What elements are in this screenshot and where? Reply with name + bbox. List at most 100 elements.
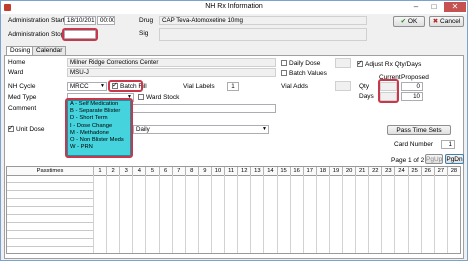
chevron-down-icon: ▼ [100, 83, 105, 89]
grid-column-line [197, 175, 199, 253]
batch-values-label: Batch Values [289, 70, 327, 77]
grid-column-line [394, 175, 396, 253]
current-qty-days-highlight [378, 79, 399, 103]
grid-column-line [276, 175, 278, 253]
frequency-combo[interactable]: Daily ▼ [133, 125, 269, 134]
adjust-rx-checkbox[interactable] [357, 59, 363, 67]
frequency-value: Daily [136, 126, 150, 133]
unit-dose-checkbox[interactable] [8, 124, 14, 132]
admin-stop-label: Administration Stop [8, 31, 65, 38]
pgup-button[interactable]: PgUp [425, 154, 443, 164]
days-label: Days [359, 93, 374, 100]
pgdn-button[interactable]: PgDn [445, 154, 464, 164]
grid-column-line [368, 175, 370, 253]
grid-column-line [250, 175, 252, 253]
day-header-cell: 14 [263, 167, 276, 175]
day-header-cell: 26 [420, 167, 434, 175]
passtime-row[interactable] [7, 215, 93, 223]
day-header-cell: 19 [328, 167, 342, 175]
ward-stock-label: Ward Stock [146, 94, 180, 101]
passtime-row[interactable] [7, 191, 93, 199]
day-header-cell: 7 [171, 167, 185, 175]
passtimes-grid: Passtimes 1 2 3 4 5 6 7 8 9 10 11 12 13 14 15 16 17 18 19 2… [6, 166, 461, 254]
vial-adds-field [335, 81, 351, 91]
ward-field: MSU-J [67, 68, 276, 77]
batch-values-checkbox[interactable] [281, 70, 287, 76]
admin-start-date-field[interactable]: 18/10/2017 [64, 16, 96, 25]
nh-cycle-combo[interactable]: MRCC ▼ [67, 82, 107, 91]
cancel-icon: ✖ [432, 18, 439, 25]
day-header-cell: 21 [355, 167, 368, 175]
day-header-cell: 10 [210, 167, 224, 175]
pass-time-sets-button[interactable]: Pass Time Sets [387, 125, 451, 135]
passtime-row[interactable] [7, 207, 93, 215]
home-label: Home [8, 59, 26, 66]
grid-column-line [224, 175, 226, 253]
tab-dosing[interactable]: Dosing [6, 46, 35, 55]
ward-label: Ward [8, 69, 24, 76]
drug-field: CAP Teva-Atomoxetine 10mg [159, 16, 367, 25]
day-header-cell: 9 [197, 167, 211, 175]
day-header-cell: 22 [368, 167, 381, 175]
sig-field [159, 28, 367, 41]
day-header-cell: 17 [302, 167, 316, 175]
comment-label: Comment [8, 105, 37, 112]
day-header-cell: 23 [381, 167, 394, 175]
maximize-button[interactable]: □ [426, 2, 442, 12]
grid-column-line [342, 175, 344, 253]
close-button[interactable]: ✕ [444, 2, 466, 12]
passtime-row[interactable] [7, 223, 93, 231]
passtime-row[interactable] [7, 231, 93, 239]
day-header-cell: 13 [250, 167, 263, 175]
passtime-row[interactable] [7, 199, 93, 207]
rx-window: NH Rx Information – □ ✕ Administration S… [0, 0, 468, 261]
med-type-label: Med Type [8, 94, 37, 101]
minimize-button[interactable]: – [408, 2, 424, 12]
batch-fill-highlight [108, 80, 143, 92]
card-number-field[interactable]: 1 [441, 140, 455, 149]
day-header-cell: 5 [145, 167, 158, 175]
vial-labels-label: Vial Labels [183, 83, 215, 90]
day-header-cell: 16 [289, 167, 303, 175]
vial-labels-field[interactable]: 1 [227, 82, 239, 91]
grid-column-line [289, 175, 291, 253]
admin-start-label: Administration Start [8, 17, 65, 24]
cancel-button[interactable]: ✖ Cancel [429, 16, 464, 27]
grid-column-line [355, 175, 357, 253]
day-header-cell: 2 [106, 167, 119, 175]
passtime-row[interactable] [7, 239, 93, 247]
title-bar: NH Rx Information – □ ✕ [1, 1, 467, 14]
home-field: Milner Ridge Corrections Center [67, 58, 276, 67]
proposed-label: Proposed [401, 74, 429, 81]
check-icon: ✔ [400, 18, 407, 25]
grid-column-line [171, 175, 173, 253]
day-header-cell: 4 [132, 167, 145, 175]
page-indicator: Page 1 of 2 [391, 157, 425, 164]
grid-column-line [407, 175, 409, 253]
day-header-cell: 12 [237, 167, 250, 175]
ok-button[interactable]: ✔ OK [393, 16, 425, 27]
grid-column-line [158, 175, 160, 253]
daily-dose-checkbox[interactable] [281, 60, 287, 66]
admin-start-time-field[interactable]: 00:00 [97, 16, 115, 25]
grid-column-line [381, 175, 383, 253]
grid-column-line [237, 175, 239, 253]
grid-column-line [302, 175, 304, 253]
sig-label: Sig [139, 30, 149, 37]
tab-calendar[interactable]: Calendar [32, 46, 67, 55]
passtime-row[interactable] [7, 183, 93, 191]
passtime-row[interactable] [7, 175, 93, 183]
day-header-cell: 8 [184, 167, 198, 175]
day-header-cell: 11 [224, 167, 237, 175]
unit-dose-label: Unit Dose [16, 126, 45, 133]
days-proposed-field[interactable]: 10 [401, 92, 423, 101]
med-type-highlight [65, 98, 133, 158]
ward-stock-checkbox[interactable] [138, 94, 144, 100]
grid-column-line [184, 175, 186, 253]
qty-proposed-field[interactable]: 0 [401, 82, 423, 91]
qty-label: Qty [359, 83, 370, 90]
drug-label: Drug [139, 17, 154, 24]
grid-column-line [328, 175, 330, 253]
cancel-label: Cancel [440, 18, 461, 25]
nh-cycle-value: MRCC [70, 83, 89, 90]
